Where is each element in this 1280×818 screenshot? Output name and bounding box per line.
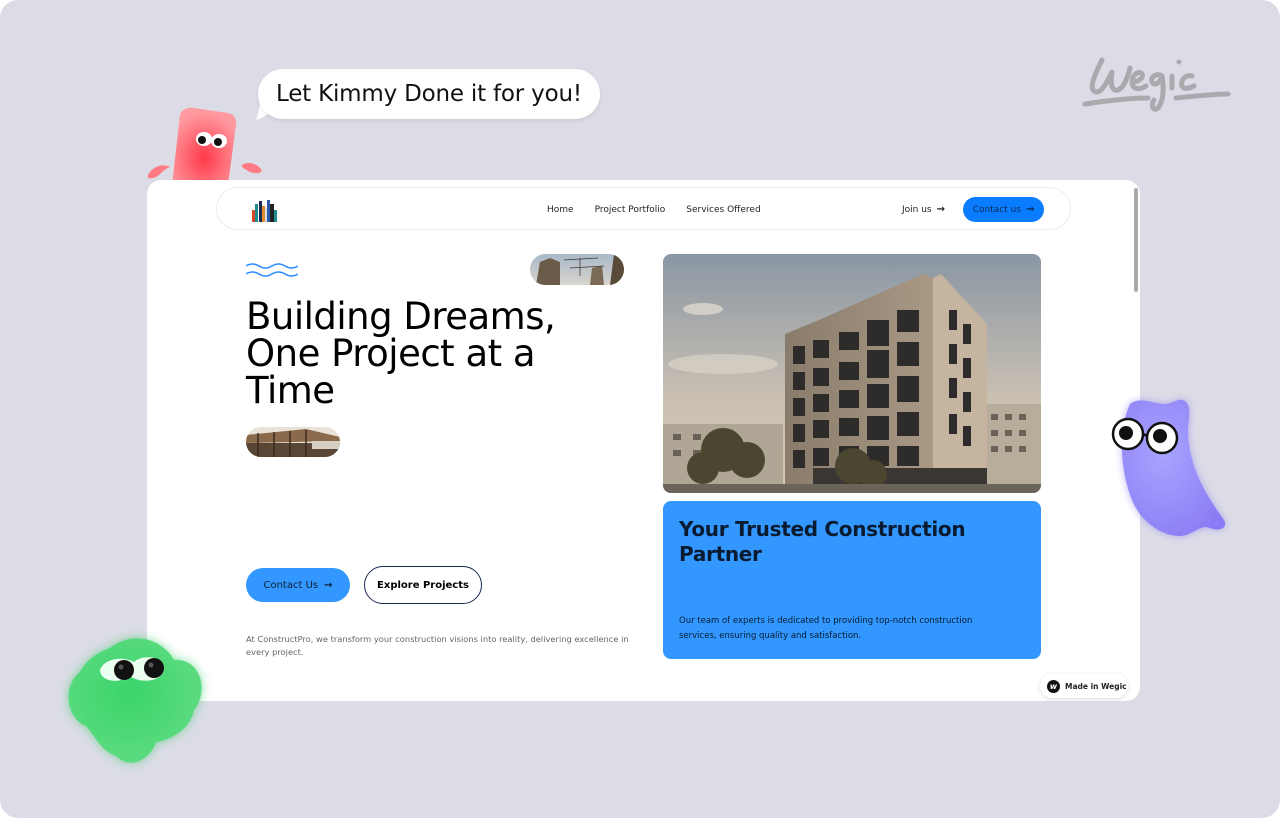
arrow-right-icon: → <box>936 204 946 215</box>
construction-cranes-image <box>530 254 624 285</box>
green-blob-mascot-icon <box>68 638 202 763</box>
contact-us-label: Contact Us <box>263 579 319 591</box>
building-photo <box>663 254 1041 493</box>
wave-decoration-icon <box>246 263 298 277</box>
contact-us-nav-button[interactable]: Contact us → <box>963 197 1044 222</box>
arrow-right-icon: → <box>1025 204 1035 215</box>
join-us-label: Join us <box>902 204 932 215</box>
hero-title: Building Dreams, One Project at a Time <box>246 295 556 412</box>
nav-link-home[interactable]: Home <box>547 205 574 215</box>
nav-link-services-offered[interactable]: Services Offered <box>686 205 760 215</box>
contact-us-nav-label: Contact us <box>972 204 1021 215</box>
made-in-wegic-badge[interactable]: w Made in Wegic <box>1040 674 1128 698</box>
join-us-link[interactable]: Join us → <box>902 188 945 231</box>
explore-projects-button[interactable]: Explore Projects <box>364 566 482 604</box>
nav-links: Home Project Portfolio Services Offered <box>547 188 761 231</box>
wood-framing-image <box>246 427 340 457</box>
website-preview: Home Project Portfolio Services Offered … <box>147 180 1140 701</box>
wegic-badge-icon: w <box>1047 679 1060 693</box>
speech-bubble: Let Kimmy Done it for you! <box>258 69 600 119</box>
canvas-background: Let Kimmy Done it for you! Home Project … <box>0 0 1280 818</box>
pink-mascot-icon <box>147 107 262 185</box>
card-title: Your Trusted Construction Partner <box>679 517 966 566</box>
contact-us-button[interactable]: Contact Us → <box>246 568 350 602</box>
made-in-wegic-label: Made in Wegic <box>1065 681 1127 691</box>
trusted-partner-card: Your Trusted Construction Partner Our te… <box>663 501 1041 659</box>
hero-description: At ConstructPro, we transform your const… <box>246 634 629 657</box>
purple-ghost-mascot-icon <box>1111 399 1226 536</box>
nav-link-project-portfolio[interactable]: Project Portfolio <box>595 205 666 215</box>
company-logo[interactable] <box>251 198 279 222</box>
navbar: Home Project Portfolio Services Offered … <box>216 187 1071 230</box>
card-description: Our team of experts is dedicated to prov… <box>679 616 973 641</box>
wegic-logo <box>1082 57 1231 112</box>
scrollbar[interactable] <box>1134 188 1138 292</box>
arrow-right-icon: → <box>324 579 333 591</box>
speech-bubble-text: Let Kimmy Done it for you! <box>276 81 582 107</box>
